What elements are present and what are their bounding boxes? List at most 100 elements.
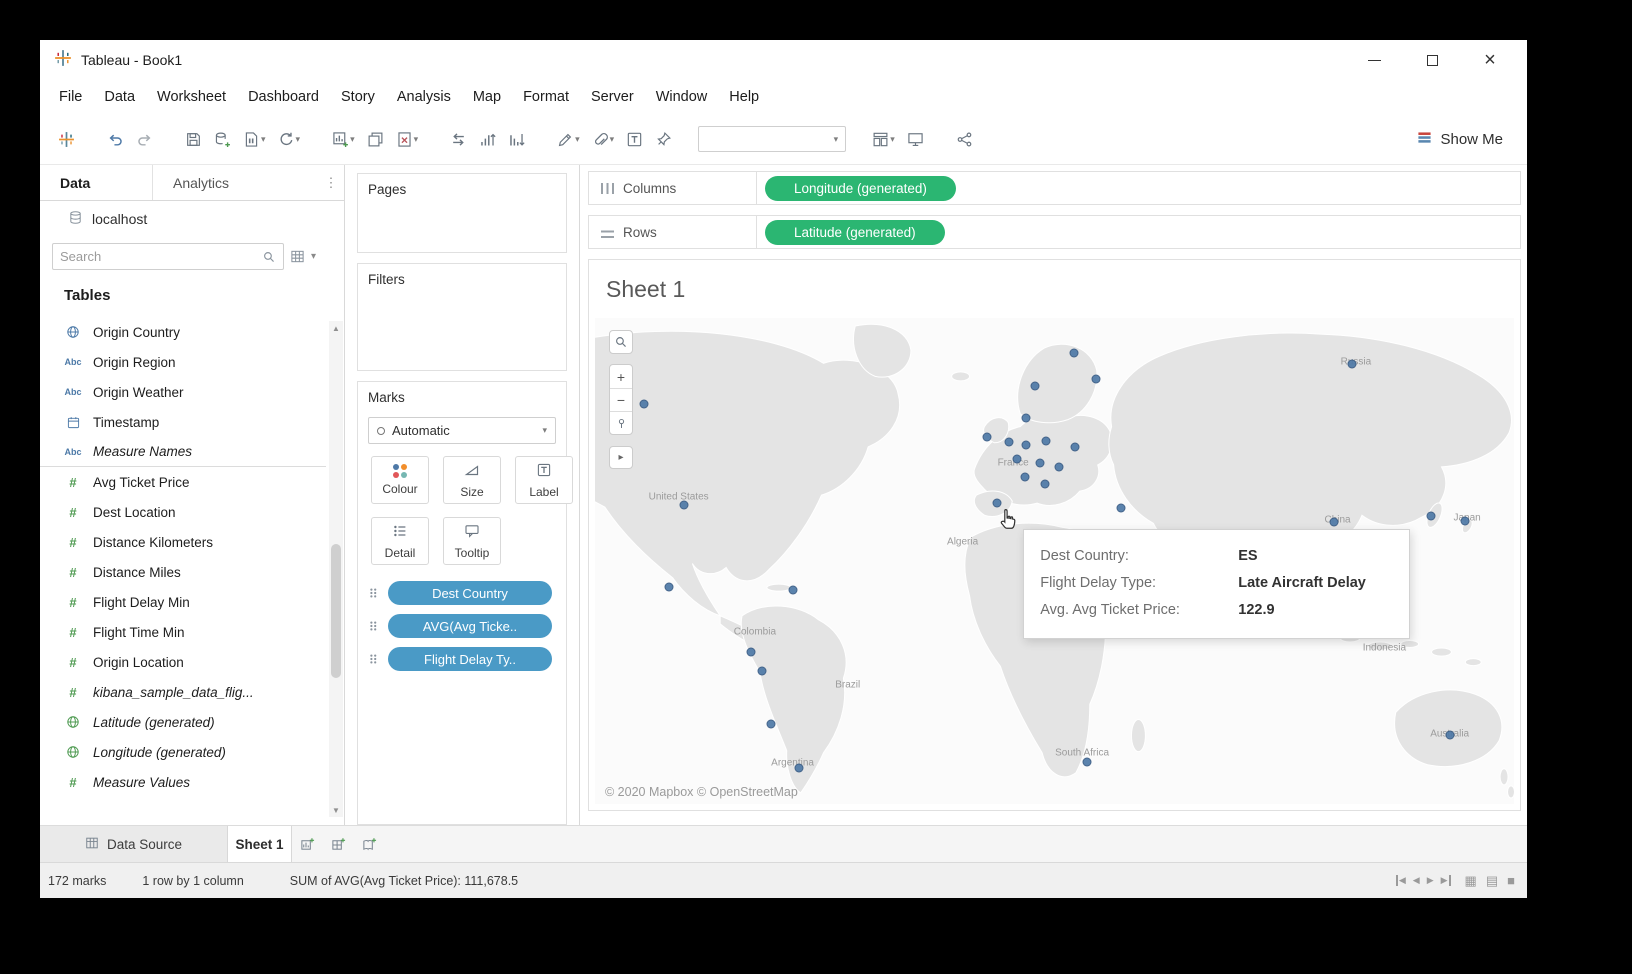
field-timestamp[interactable]: Timestamp [40,407,326,437]
map-mark[interactable] [758,667,767,676]
map-mark[interactable] [1035,458,1044,467]
field-origin-country[interactable]: Origin Country [40,317,326,347]
field-avg-ticket-price[interactable]: #Avg Ticket Price [40,467,326,497]
field-distance-kilometers[interactable]: #Distance Kilometers [40,527,326,557]
pane-options-icon[interactable]: ⋮ [318,165,344,200]
zoom-out-button[interactable]: − [610,388,632,411]
field-flight-time-min[interactable]: #Flight Time Min [40,617,326,647]
map-mark[interactable] [767,720,776,729]
tableau-logo-icon[interactable] [52,127,81,152]
columns-shelf[interactable]: Columns Longitude (generated) [588,171,1521,205]
pages-shelf[interactable]: Pages [357,173,567,253]
run-auto-updates-icon[interactable]: ▾ [272,127,307,152]
menu-item-map[interactable]: Map [462,89,512,105]
field-dest-location[interactable]: #Dest Location [40,497,326,527]
map-mark[interactable] [795,763,804,772]
map-flyout-button[interactable]: ▸ [609,446,633,469]
map-mark[interactable] [1022,413,1031,422]
size-button[interactable]: Size [443,456,501,504]
zoom-in-button[interactable]: + [610,365,632,388]
show-mark-labels-icon[interactable] [620,127,649,152]
pill-flight-delay-type[interactable]: Flight Delay Ty.. [388,647,552,671]
field-flight-delay-min[interactable]: #Flight Delay Min [40,587,326,617]
tab-analytics[interactable]: Analytics [152,165,318,200]
previous-sheet-icon[interactable]: ◀ [1413,875,1420,886]
maximize-button[interactable] [1403,41,1461,79]
mark-type-dropdown[interactable]: Automatic ▾ [368,417,556,444]
new-dashboard-tab-button[interactable] [323,826,354,862]
new-worksheet-tab-button[interactable] [292,826,323,862]
menu-item-format[interactable]: Format [512,89,580,105]
sort-descending-icon[interactable] [502,127,531,152]
map-mark[interactable] [1116,504,1125,513]
view-as-table-icon[interactable] [290,249,305,264]
field-measure-values[interactable]: #Measure Values [40,767,326,797]
pill-avg-ticket[interactable]: AVG(Avg Ticke.. [388,614,552,638]
menu-item-window[interactable]: Window [645,89,719,105]
map-search-button[interactable] [609,330,633,354]
map-mark[interactable] [1004,437,1013,446]
sort-ascending-icon[interactable] [473,127,502,152]
new-story-tab-button[interactable] [354,826,385,862]
rows-shelf[interactable]: Rows Latitude (generated) [588,215,1521,249]
field-origin-weather[interactable]: AbcOrigin Weather [40,377,326,407]
presentation-mode-icon[interactable] [901,127,930,152]
fix-axes-icon[interactable] [649,127,678,152]
first-sheet-icon[interactable]: ◀ [1396,875,1406,886]
label-button[interactable]: Label [515,456,573,504]
map-mark[interactable] [1022,440,1031,449]
map-mark[interactable] [1055,462,1064,471]
highlight-icon[interactable]: ▾ [551,127,586,152]
field-list-options-caret[interactable]: ▾ [311,251,316,262]
field-origin-location[interactable]: #Origin Location [40,647,326,677]
map-mark[interactable] [639,399,648,408]
map-mark[interactable] [1091,375,1100,384]
field-distance-miles[interactable]: #Distance Miles [40,557,326,587]
sidebar-scrollbar[interactable]: ▲ ▼ [329,321,343,817]
map-mark[interactable] [1021,472,1030,481]
next-sheet-icon[interactable]: ▶ [1427,875,1434,886]
show-hide-cards-icon[interactable]: ▾ [866,127,901,152]
map-mark[interactable] [1082,757,1091,766]
map-mark[interactable] [1445,730,1454,739]
map-mark[interactable] [1041,480,1050,489]
map-mark[interactable] [1031,381,1040,390]
map-mark[interactable] [664,582,673,591]
connection-item[interactable]: localhost [40,201,344,237]
fullscreen-view-icon[interactable]: ■ [1507,873,1515,888]
swap-rows-columns-icon[interactable] [444,127,473,152]
fit-selector-dropdown[interactable]: ▾ [698,126,846,152]
menu-item-worksheet[interactable]: Worksheet [146,89,237,105]
share-icon[interactable] [950,127,979,152]
tab-data-source[interactable]: Data Source [40,826,228,862]
minimize-button[interactable] [1345,41,1403,79]
menu-item-story[interactable]: Story [330,89,386,105]
map-mark[interactable] [1427,512,1436,521]
map-mark[interactable] [788,585,797,594]
map-mark[interactable] [680,501,689,510]
detail-button[interactable]: Detail [371,517,429,565]
map-mark[interactable] [1329,518,1338,527]
filmstrip-view-icon[interactable]: ▤ [1486,873,1498,889]
map-pin-button[interactable] [610,411,632,434]
pause-auto-updates-icon[interactable]: ▾ [237,127,272,152]
grid-view-icon[interactable]: ▦ [1465,873,1477,889]
map-mark[interactable] [992,499,1001,508]
menu-item-help[interactable]: Help [718,89,770,105]
pill-longitude[interactable]: Longitude (generated) [765,176,956,201]
field-latitude-generated[interactable]: Latitude (generated) [40,707,326,737]
map-mark[interactable] [747,647,756,656]
tab-data[interactable]: Data [40,165,152,200]
pill-latitude[interactable]: Latitude (generated) [765,220,945,245]
field-kibana-sample-data-flig[interactable]: #kibana_sample_data_flig... [40,677,326,707]
new-data-source-icon[interactable] [208,127,237,152]
map-mark[interactable] [1069,348,1078,357]
map-mark[interactable] [983,432,992,441]
menu-item-data[interactable]: Data [93,89,146,105]
map-mark[interactable] [1042,436,1051,445]
map-mark[interactable] [1012,454,1021,463]
field-measure-names[interactable]: AbcMeasure Names [40,437,326,467]
duplicate-icon[interactable] [361,127,390,152]
scroll-down-icon[interactable]: ▼ [329,803,343,817]
clear-sheet-icon[interactable]: ▾ [390,127,425,152]
